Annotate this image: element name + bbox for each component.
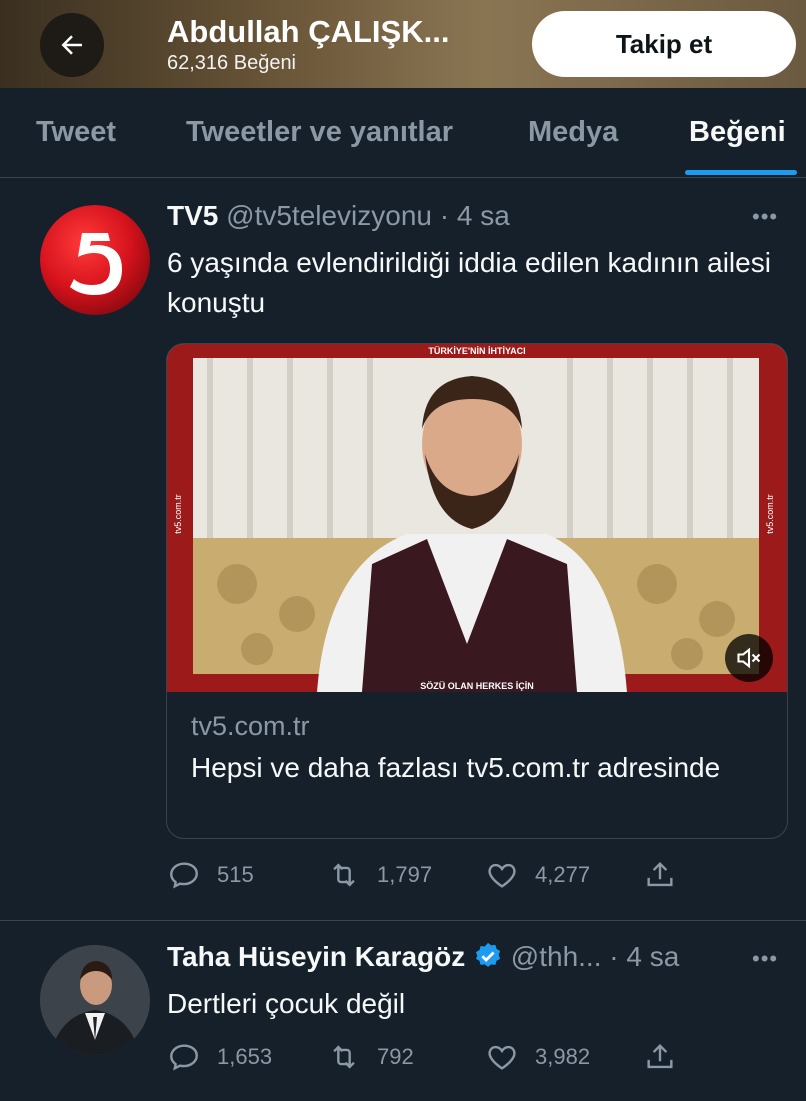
author-name[interactable]: Taha Hüseyin Karagöz	[167, 941, 465, 972]
author-handle[interactable]: @thh...	[511, 941, 602, 972]
like-icon	[488, 863, 516, 888]
verified-icon	[475, 942, 501, 967]
back-button[interactable]	[40, 13, 104, 77]
tv5-logo-icon	[40, 205, 150, 315]
media-bottom-text: SÖZÜ OLAN HERKES İÇİN	[420, 681, 534, 691]
active-tab-indicator	[685, 170, 797, 175]
like-count: 4,277	[535, 862, 591, 887]
video-thumbnail[interactable]: TÜRKİYE'NİN İHTİYACI SÖZÜ OLAN HERKES İÇ…	[167, 344, 787, 692]
like-button[interactable]: 4,277	[485, 858, 590, 892]
user-photo	[40, 945, 150, 1055]
mute-icon	[737, 647, 761, 669]
mute-button[interactable]	[725, 634, 773, 682]
tweet-actions: 1,653 792 3,982	[167, 1040, 687, 1080]
retweet-button[interactable]: 1,797	[327, 858, 432, 892]
tweet-header: TV5 @tv5televizyonu · 4 sa	[167, 200, 510, 232]
retweet-count: 1,797	[377, 862, 433, 887]
follow-button[interactable]: Takip et	[532, 11, 796, 77]
avatar[interactable]	[40, 205, 150, 315]
reply-icon	[170, 1044, 198, 1071]
author-handle[interactable]: @tv5televizyonu	[226, 200, 432, 231]
avatar[interactable]	[40, 945, 150, 1055]
tab-tweets-and-replies[interactable]: Tweetler ve yanıtlar	[186, 116, 453, 149]
share-button[interactable]	[643, 1040, 677, 1074]
link-card[interactable]: TÜRKİYE'NİN İHTİYACI SÖZÜ OLAN HERKES İÇ…	[166, 343, 788, 839]
share-icon	[647, 861, 673, 887]
tweet-time[interactable]: · 4 sa	[440, 200, 510, 231]
share-icon	[647, 1043, 673, 1069]
like-icon	[488, 1045, 516, 1070]
tweet-text: Dertleri çocuk değil	[167, 988, 406, 1019]
media-side-text-left: tv5.com.tr	[173, 494, 183, 534]
reply-icon	[170, 862, 198, 889]
retweet-icon	[333, 863, 355, 887]
tab-tweets[interactable]: Tweet	[36, 116, 116, 149]
tweet-time[interactable]: · 4 sa	[609, 941, 679, 972]
media-top-text: TÜRKİYE'NİN İHTİYACI	[428, 346, 525, 356]
tab-likes[interactable]: Beğeni	[689, 116, 786, 149]
more-icon[interactable]: •••	[752, 204, 778, 230]
card-title: Hepsi ve daha fazlası tv5.com.tr adresin…	[191, 752, 721, 783]
like-button[interactable]: 3,982	[485, 1040, 590, 1074]
back-arrow-icon	[61, 35, 82, 55]
profile-header: Abdullah ÇALIŞK... 62,316 Beğeni Takip e…	[0, 0, 806, 88]
share-button[interactable]	[643, 858, 677, 892]
author-name[interactable]: TV5	[167, 200, 218, 231]
profile-name: Abdullah ÇALIŞK...	[167, 14, 450, 49]
tab-media[interactable]: Medya	[528, 116, 618, 149]
reply-button[interactable]: 1,653	[167, 1040, 272, 1074]
card-domain: tv5.com.tr	[191, 711, 310, 741]
tweet-header: Taha Hüseyin Karagöz @thh... · 4 sa	[167, 941, 679, 973]
tweet-divider	[0, 920, 806, 921]
media-side-text-right: tv5.com.tr	[765, 494, 775, 534]
retweet-button[interactable]: 792	[327, 1040, 414, 1074]
tweet-text: 6 yaşında evlendirildiği iddia edilen ka…	[167, 247, 771, 318]
reply-button[interactable]: 515	[167, 858, 254, 892]
more-icon[interactable]: •••	[752, 946, 778, 972]
like-count: 3,982	[535, 1044, 591, 1069]
tweet-actions: 515 1,797 4,277	[167, 858, 687, 898]
profile-tabs: Tweet Tweetler ve yanıtlar Medya Beğeni	[0, 88, 806, 178]
reply-count: 515	[217, 862, 254, 887]
likes-count: 62,316 Beğeni	[167, 52, 297, 74]
reply-count: 1,653	[217, 1044, 273, 1069]
retweet-count: 792	[377, 1044, 414, 1069]
retweet-icon	[333, 1045, 355, 1069]
video-frame: TÜRKİYE'NİN İHTİYACI SÖZÜ OLAN HERKES İÇ…	[167, 344, 787, 692]
